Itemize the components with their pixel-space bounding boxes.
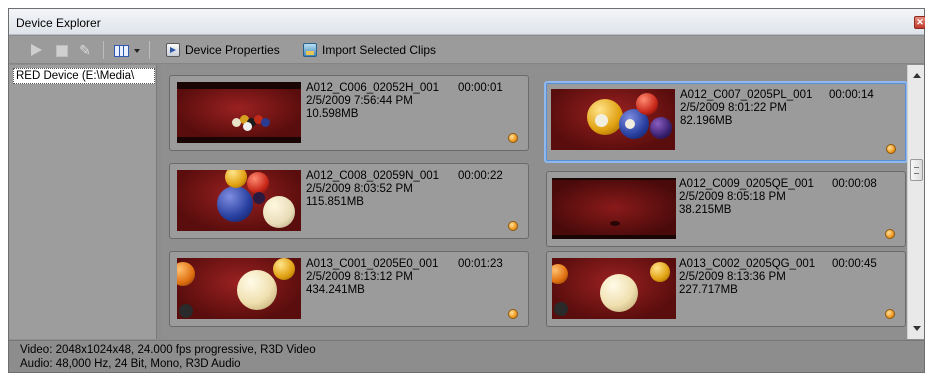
clip-duration: 00:00:14 bbox=[829, 89, 874, 101]
status-dot-icon bbox=[508, 133, 518, 143]
clip-date: 2/5/2009 8:01:22 PM bbox=[680, 102, 787, 114]
clip-card-selected[interactable]: A012_C007_0205PL_001 00:00:14 2/5/2009 8… bbox=[544, 81, 907, 163]
clip-name: A013_C001_0205E0_001 bbox=[306, 258, 439, 270]
device-explorer-window: Device Explorer ✕ ✎ Device Properties Im… bbox=[8, 8, 925, 373]
device-tree: RED Device (E:\Media\ bbox=[9, 65, 157, 339]
stop-icon[interactable] bbox=[53, 42, 69, 58]
clip-size: 82.196MB bbox=[680, 115, 733, 127]
clip-name: A013_C002_0205QG_001 bbox=[679, 258, 816, 270]
toolbar: ✎ Device Properties Import Selected Clip… bbox=[9, 36, 924, 64]
status-dot-icon bbox=[508, 221, 518, 231]
clip-card[interactable]: A012_C008_02059N_001 00:00:22 2/5/2009 8… bbox=[169, 163, 529, 239]
clip-name: A012_C009_0205QE_001 bbox=[679, 178, 814, 190]
clip-thumbnail bbox=[551, 89, 675, 150]
clip-grid: A012_C006_02052H_001 00:00:01 2/5/2009 7… bbox=[161, 65, 907, 339]
clip-name: A012_C006_02052H_001 bbox=[306, 82, 440, 94]
clip-thumbnail bbox=[177, 82, 301, 143]
clip-thumbnail bbox=[552, 178, 676, 239]
status-bar: Video: 2048x1024x48, 24.000 fps progress… bbox=[9, 340, 924, 372]
scroll-up-icon[interactable] bbox=[913, 73, 921, 78]
device-tree-item-red[interactable]: RED Device (E:\Media\ bbox=[13, 68, 155, 84]
video-info: Video: 2048x1024x48, 24.000 fps progress… bbox=[20, 344, 316, 356]
window-title: Device Explorer bbox=[16, 16, 101, 30]
clip-date: 2/5/2009 8:13:12 PM bbox=[306, 271, 413, 283]
clip-thumbnail bbox=[177, 258, 301, 319]
chevron-down-icon[interactable] bbox=[134, 49, 140, 53]
status-dot-icon bbox=[508, 309, 518, 319]
clip-date: 2/5/2009 8:03:52 PM bbox=[306, 183, 413, 195]
clip-card[interactable]: A013_C001_0205E0_001 00:01:23 2/5/2009 8… bbox=[169, 251, 529, 327]
device-properties-label: Device Properties bbox=[185, 43, 280, 57]
scrollbar-thumb[interactable] bbox=[910, 159, 923, 181]
close-icon[interactable]: ✕ bbox=[914, 16, 925, 29]
status-dot-icon bbox=[885, 229, 895, 239]
audio-info: Audio: 48,000 Hz, 24 Bit, Mono, R3D Audi… bbox=[20, 358, 241, 370]
status-dot-icon bbox=[885, 309, 895, 319]
grid-view-icon[interactable] bbox=[113, 42, 129, 58]
import-selected-clips-button[interactable]: Import Selected Clips bbox=[303, 41, 436, 59]
clip-date: 2/5/2009 8:13:36 PM bbox=[679, 271, 786, 283]
clip-date: 2/5/2009 8:05:18 PM bbox=[679, 191, 786, 203]
clip-thumbnail bbox=[552, 258, 676, 319]
play-icon[interactable] bbox=[28, 42, 44, 58]
clip-name: A012_C007_0205PL_001 bbox=[680, 89, 813, 101]
vertical-scrollbar[interactable] bbox=[907, 65, 924, 339]
clip-duration: 00:00:01 bbox=[458, 82, 503, 94]
clip-size: 434.241MB bbox=[306, 284, 365, 296]
import-label: Import Selected Clips bbox=[322, 43, 437, 57]
clip-duration: 00:00:22 bbox=[458, 170, 503, 182]
title-bar: Device Explorer ✕ bbox=[9, 9, 925, 35]
clip-date: 2/5/2009 7:56:44 PM bbox=[306, 95, 413, 107]
import-icon bbox=[303, 43, 317, 57]
clip-thumbnail bbox=[177, 170, 301, 231]
clip-card[interactable]: A013_C002_0205QG_001 00:00:45 2/5/2009 8… bbox=[546, 251, 906, 327]
clip-duration: 00:01:23 bbox=[458, 258, 503, 270]
clip-size: 115.851MB bbox=[306, 196, 364, 208]
clip-card[interactable]: A012_C006_02052H_001 00:00:01 2/5/2009 7… bbox=[169, 75, 529, 151]
clip-duration: 00:00:45 bbox=[832, 258, 877, 270]
toolbar-divider bbox=[103, 41, 104, 59]
status-dot-icon bbox=[886, 144, 896, 154]
clip-size: 227.717MB bbox=[679, 284, 738, 296]
clip-duration: 00:00:08 bbox=[832, 178, 877, 190]
properties-icon bbox=[166, 43, 180, 57]
clip-card[interactable]: A012_C009_0205QE_001 00:00:08 2/5/2009 8… bbox=[546, 171, 906, 247]
device-properties-button[interactable]: Device Properties bbox=[166, 41, 280, 59]
scroll-down-icon[interactable] bbox=[913, 326, 921, 331]
pin-icon[interactable]: ✎ bbox=[77, 42, 93, 58]
clip-size: 10.598MB bbox=[306, 108, 359, 120]
clip-name: A012_C008_02059N_001 bbox=[306, 170, 440, 182]
clip-size: 38.215MB bbox=[679, 204, 732, 216]
toolbar-divider bbox=[149, 41, 150, 59]
